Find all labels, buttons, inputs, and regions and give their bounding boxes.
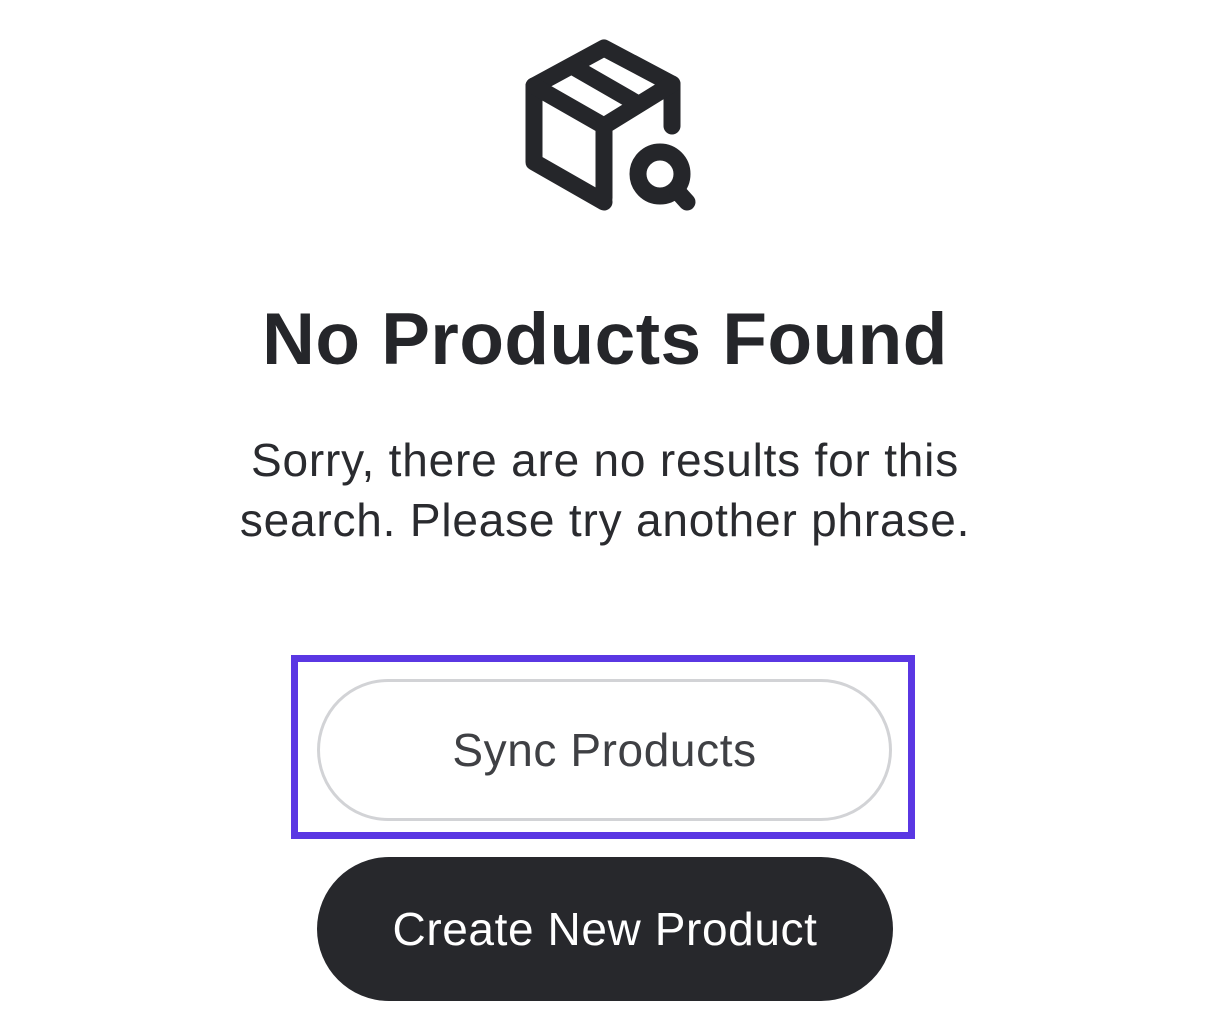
sync-products-label: Sync Products xyxy=(452,724,757,776)
empty-message-line-2: search. Please try another phrase. xyxy=(239,494,971,546)
sync-products-button[interactable]: Sync Products xyxy=(317,679,892,821)
page-title: No Products Found xyxy=(262,299,948,380)
create-new-product-button[interactable]: Create New Product xyxy=(317,857,893,1001)
empty-message-line-1: Sorry, there are no results for this xyxy=(251,434,959,486)
package-search-icon xyxy=(525,39,696,211)
empty-message: Sorry, there are no results for this sea… xyxy=(205,430,1005,550)
create-new-product-label: Create New Product xyxy=(392,903,818,955)
